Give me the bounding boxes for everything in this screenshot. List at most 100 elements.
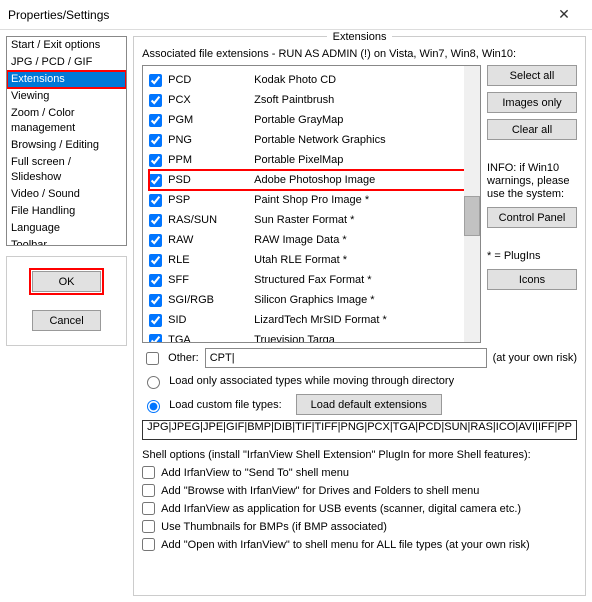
extension-checkbox[interactable]	[149, 274, 162, 287]
extension-desc: Utah RLE Format *	[254, 254, 347, 266]
extension-code: SID	[168, 314, 248, 326]
category-item[interactable]: Language	[7, 220, 126, 237]
extension-checkbox[interactable]	[149, 174, 162, 187]
radio-custom[interactable]: Load custom file types:	[142, 397, 282, 413]
category-item[interactable]: JPG / PCD / GIF	[7, 54, 126, 71]
clear-all-button[interactable]: Clear all	[487, 119, 577, 140]
category-item[interactable]: Toolbar	[7, 237, 126, 246]
extension-row[interactable]: RAW RAW Image Data *	[149, 230, 474, 250]
category-item[interactable]: File Handling	[7, 203, 126, 220]
chk-usb[interactable]: Add IrfanView as application for USB eve…	[142, 502, 577, 515]
plugins-note: * = PlugIns	[487, 250, 577, 263]
category-item[interactable]: Start / Exit options	[7, 37, 126, 54]
group-title: Extensions	[327, 30, 393, 44]
radio-custom-row: Load custom file types: Load default ext…	[142, 394, 577, 415]
radio-assoc-only[interactable]: Load only associated types while moving …	[142, 373, 577, 389]
extension-row[interactable]: SFFStructured Fax Format *	[149, 270, 474, 290]
chk-sendto-box[interactable]	[142, 466, 155, 479]
extension-checkbox[interactable]	[149, 154, 162, 167]
select-all-button[interactable]: Select all	[487, 65, 577, 86]
extension-row[interactable]: PCXZsoft Paintbrush	[149, 90, 474, 110]
extension-checkbox[interactable]	[149, 254, 162, 267]
category-list[interactable]: Start / Exit optionsJPG / PCD / GIFExten…	[6, 36, 127, 246]
category-item[interactable]: Video / Sound	[7, 186, 126, 203]
dialog-content: Start / Exit optionsJPG / PCD / GIFExten…	[0, 30, 592, 602]
extension-code: SGI/RGB	[168, 294, 248, 306]
other-input[interactable]	[205, 348, 487, 368]
scrollbar-thumb[interactable]	[464, 196, 480, 236]
radio-custom-input[interactable]	[147, 400, 160, 413]
left-pane: Start / Exit optionsJPG / PCD / GIFExten…	[6, 36, 127, 596]
extension-row[interactable]: PSPPaint Shop Pro Image *	[149, 190, 474, 210]
extension-checkbox[interactable]	[149, 134, 162, 147]
close-icon[interactable]: ✕	[544, 1, 584, 29]
category-item[interactable]: Viewing	[7, 88, 126, 105]
extension-list[interactable]: PCDKodak Photo CDPCXZsoft PaintbrushPGMP…	[142, 65, 481, 343]
group-content: Associated file extensions - RUN AS ADMI…	[134, 44, 585, 595]
extension-desc: Kodak Photo CD	[254, 74, 336, 86]
extension-checkbox[interactable]	[149, 74, 162, 87]
extension-code: PCX	[168, 94, 248, 106]
extension-row[interactable]: SGI/RGBSilicon Graphics Image *	[149, 290, 474, 310]
extension-checkbox[interactable]	[149, 294, 162, 307]
extension-code: PGM	[168, 114, 248, 126]
dialog-buttons: OK Cancel	[6, 256, 127, 346]
extension-code: TGA	[168, 334, 248, 343]
chk-thumbs-box[interactable]	[142, 520, 155, 533]
extension-row[interactable]: TGATruevision Targa	[149, 330, 474, 343]
extension-checkbox[interactable]	[149, 114, 162, 127]
extension-checkbox[interactable]	[149, 234, 162, 247]
chk-thumbs[interactable]: Use Thumbnails for BMPs (if BMP associat…	[142, 520, 577, 533]
category-item[interactable]: Browsing / Editing	[7, 137, 126, 154]
images-only-button[interactable]: Images only	[487, 92, 577, 113]
other-risk: (at your own risk)	[493, 352, 577, 364]
extension-row[interactable]: RAS/SUN Sun Raster Format *	[149, 210, 474, 230]
custom-types-input[interactable]: JPG|JPEG|JPE|GIF|BMP|DIB|TIF|TIFF|PNG|PC…	[142, 420, 577, 440]
titlebar: Properties/Settings ✕	[0, 0, 592, 30]
extension-checkbox[interactable]	[149, 94, 162, 107]
chk-browse-box[interactable]	[142, 484, 155, 497]
ok-button[interactable]: OK	[32, 271, 101, 292]
other-label: Other:	[168, 352, 199, 364]
extension-row[interactable]: PNGPortable Network Graphics	[149, 130, 474, 150]
extension-checkbox[interactable]	[149, 194, 162, 207]
control-panel-button[interactable]: Control Panel	[487, 207, 577, 228]
icons-button[interactable]: Icons	[487, 269, 577, 290]
extension-checkbox[interactable]	[149, 214, 162, 227]
extension-row[interactable]: PSDAdobe Photoshop Image	[149, 170, 474, 190]
extension-code: SFF	[168, 274, 248, 286]
extension-code: PSP	[168, 194, 248, 206]
extension-code: PPM	[168, 154, 248, 166]
extension-checkbox[interactable]	[149, 334, 162, 344]
window-title: Properties/Settings	[8, 8, 544, 22]
extension-row[interactable]: PGM Portable GrayMap	[149, 110, 474, 130]
extension-row[interactable]: RLEUtah RLE Format *	[149, 250, 474, 270]
category-item[interactable]: Extensions	[7, 71, 126, 88]
extensions-area: PCDKodak Photo CDPCXZsoft PaintbrushPGMP…	[142, 65, 577, 343]
chk-browse[interactable]: Add "Browse with IrfanView" for Drives a…	[142, 484, 577, 497]
other-checkbox[interactable]	[146, 352, 159, 365]
chk-sendto[interactable]: Add IrfanView to "Send To" shell menu	[142, 466, 577, 479]
extension-code: RAS/SUN	[168, 214, 248, 226]
extension-row[interactable]: SIDLizardTech MrSID Format *	[149, 310, 474, 330]
load-default-button[interactable]: Load default extensions	[296, 394, 442, 415]
extension-row[interactable]: PCDKodak Photo CD	[149, 70, 474, 90]
extension-desc: Portable GrayMap	[254, 114, 343, 126]
extension-desc: RAW Image Data *	[254, 234, 347, 246]
extension-desc: Portable Network Graphics	[254, 134, 385, 146]
radio-assoc-only-input[interactable]	[147, 376, 160, 389]
extension-code: RAW	[168, 234, 248, 246]
chk-usb-box[interactable]	[142, 502, 155, 515]
category-item[interactable]: Full screen / Slideshow	[7, 154, 126, 186]
info-text: INFO: if Win10 warnings, please use the …	[487, 162, 577, 201]
category-item[interactable]: Zoom / Color management	[7, 105, 126, 137]
extension-checkbox[interactable]	[149, 314, 162, 327]
other-row: Other: (at your own risk)	[142, 348, 577, 368]
chk-openwith-box[interactable]	[142, 538, 155, 551]
chk-openwith[interactable]: Add "Open with IrfanView" to shell menu …	[142, 538, 577, 551]
radio-assoc-only-label: Load only associated types while moving …	[169, 375, 454, 387]
cancel-button[interactable]: Cancel	[32, 310, 101, 331]
extension-row[interactable]: PPM Portable PixelMap	[149, 150, 474, 170]
extension-desc: Sun Raster Format *	[254, 214, 354, 226]
extension-desc: Portable PixelMap	[254, 154, 343, 166]
